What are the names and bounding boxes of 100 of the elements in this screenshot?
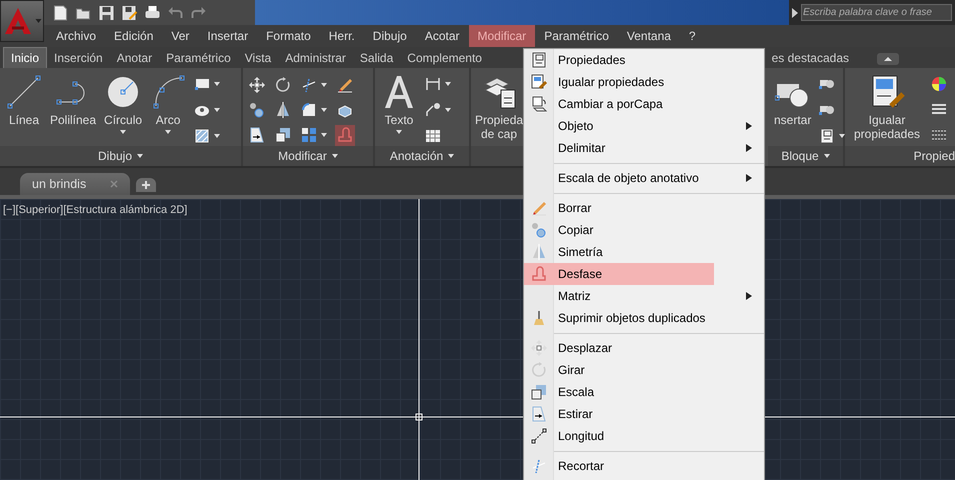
tab-label[interactable]: un brindis: [32, 177, 86, 191]
ribbon-button[interactable]: Igualar propiedades: [849, 74, 925, 146]
ribbon-tab[interactable]: es destacadas: [768, 48, 851, 68]
menu-item[interactable]: Dibujo: [364, 25, 416, 47]
ribbon-tab[interactable]: Salida: [352, 48, 400, 68]
menu-item[interactable]: Archivo: [47, 25, 106, 47]
tool-button[interactable]: [247, 74, 267, 96]
caret-icon: [445, 108, 451, 112]
fillet-icon: [301, 102, 317, 118]
new-tab-button[interactable]: [136, 178, 156, 192]
ribbon-button[interactable]: Texto: [379, 74, 419, 146]
ribbon-tab[interactable]: Complemento: [400, 48, 489, 68]
menu-item[interactable]: Insertar: [198, 25, 258, 47]
mirror-icon: [275, 102, 291, 118]
leader-icon[interactable]: [425, 102, 441, 118]
menu-item[interactable]: Recortar: [524, 455, 764, 477]
menu-item[interactable]: Longitud: [524, 425, 764, 447]
ribbon-tab[interactable]: Vista: [238, 48, 278, 68]
menu-item[interactable]: Ver: [162, 25, 198, 47]
caret-icon: [120, 130, 126, 134]
line-icon: [6, 74, 42, 110]
caret-icon: [34, 19, 42, 23]
menu-item[interactable]: Suprimir objetos duplicados: [524, 307, 764, 329]
table-icon[interactable]: [425, 128, 441, 144]
submenu-arrow-icon: [746, 144, 752, 152]
menu-item[interactable]: Propiedades: [524, 49, 764, 71]
caret-icon: [214, 82, 220, 86]
search-field[interactable]: Escriba palabra clave o frase: [801, 4, 952, 21]
undo-icon[interactable]: [167, 4, 184, 20]
menu-item[interactable]: Herr.: [320, 25, 364, 47]
layer-change-icon: [531, 96, 547, 112]
menu-item[interactable]: Delimitar: [524, 137, 764, 159]
dimension-icon[interactable]: [425, 76, 441, 92]
menu-item[interactable]: Borrar: [524, 197, 764, 219]
caret-icon: [824, 154, 830, 158]
color-wheel-icon[interactable]: [931, 76, 947, 92]
viewport-label[interactable]: [−][Superior][Estructura alámbrica 2D]: [3, 204, 188, 216]
menu-item[interactable]: ?: [680, 25, 705, 47]
logo-icon: [2, 6, 32, 36]
panel-title[interactable]: Propied: [845, 146, 955, 166]
caret-icon: [448, 154, 454, 158]
ribbon-button[interactable]: Arco: [148, 74, 188, 146]
menu-item[interactable]: Acotar: [416, 25, 468, 47]
menu-item[interactable]: Formato: [257, 25, 320, 47]
expand-icon[interactable]: [792, 8, 798, 18]
caret-icon: [445, 82, 451, 86]
print-icon[interactable]: [144, 4, 161, 20]
menu-item[interactable]: Objeto: [524, 115, 764, 137]
ribbon-tab[interactable]: Administrar: [278, 48, 353, 68]
panel-title[interactable]: Modificar: [243, 146, 373, 166]
menu-item[interactable]: Simetría: [524, 241, 764, 263]
menu-item[interactable]: Paramétrico: [535, 25, 618, 47]
button-label[interactable]: Propieda de cap: [475, 113, 524, 141]
caret-icon: [137, 154, 144, 158]
menu-item[interactable]: Estirar: [524, 403, 764, 425]
scale-icon: [531, 384, 547, 400]
move-icon: [531, 340, 547, 356]
menu-item[interactable]: Edición: [105, 25, 162, 47]
caret-icon: [214, 108, 220, 112]
save-icon[interactable]: [98, 4, 115, 20]
stretch-icon: [531, 406, 547, 422]
minimize-ribbon-button[interactable]: [877, 53, 899, 65]
save-as-icon[interactable]: [121, 4, 138, 20]
panel-title[interactable]: Anotación: [375, 146, 469, 166]
menu-item[interactable]: Matriz: [524, 285, 764, 307]
ribbon-tab[interactable]: Inserción: [47, 48, 110, 68]
rectangle-icon[interactable]: [194, 76, 210, 92]
ribbon-button[interactable]: Círculo: [102, 74, 144, 146]
circles-icon: [249, 102, 265, 118]
menu-item[interactable]: Igualar propiedades: [524, 71, 764, 93]
ribbon-button[interactable]: Polilínea: [48, 74, 98, 146]
ribbon-button[interactable]: nsertar: [772, 74, 814, 146]
offset-icon: [337, 127, 353, 144]
redo-icon[interactable]: [190, 4, 207, 20]
submenu-arrow-icon: [746, 174, 752, 182]
offset-icon: [531, 266, 547, 282]
ribbon-tab[interactable]: Inicio: [3, 47, 48, 68]
brush-icon: [531, 200, 547, 216]
menu-item[interactable]: Cambiar a porCapa: [524, 93, 764, 115]
caret-icon: [332, 154, 338, 158]
caret-icon: [839, 134, 846, 138]
document-tab[interactable]: un brindis: [20, 173, 130, 195]
hatch-icon[interactable]: [194, 128, 210, 144]
menu-item[interactable]: Escala: [524, 381, 764, 403]
menu-item[interactable]: Escala de objeto anotativo: [524, 167, 764, 189]
properties-icon[interactable]: [819, 128, 836, 144]
new-file-icon[interactable]: [52, 4, 69, 20]
panel-title[interactable]: Dibujo: [0, 146, 241, 166]
menu-item[interactable]: Ventana: [618, 25, 680, 47]
ribbon-tab[interactable]: Paramétrico: [159, 48, 238, 68]
menu-item[interactable]: Desplazar: [524, 337, 764, 359]
menu-item[interactable]: Desfase: [524, 263, 714, 285]
panel-title[interactable]: Bloque: [768, 146, 843, 166]
ribbon-button[interactable]: Línea: [4, 74, 44, 146]
menu-item[interactable]: Copiar: [524, 219, 764, 241]
menu-item[interactable]: Girar: [524, 359, 764, 381]
ribbon-tab[interactable]: Anotar: [110, 48, 160, 68]
application-button[interactable]: [0, 0, 44, 42]
submenu-arrow-icon: [746, 292, 752, 300]
stretch-icon: [249, 127, 265, 144]
